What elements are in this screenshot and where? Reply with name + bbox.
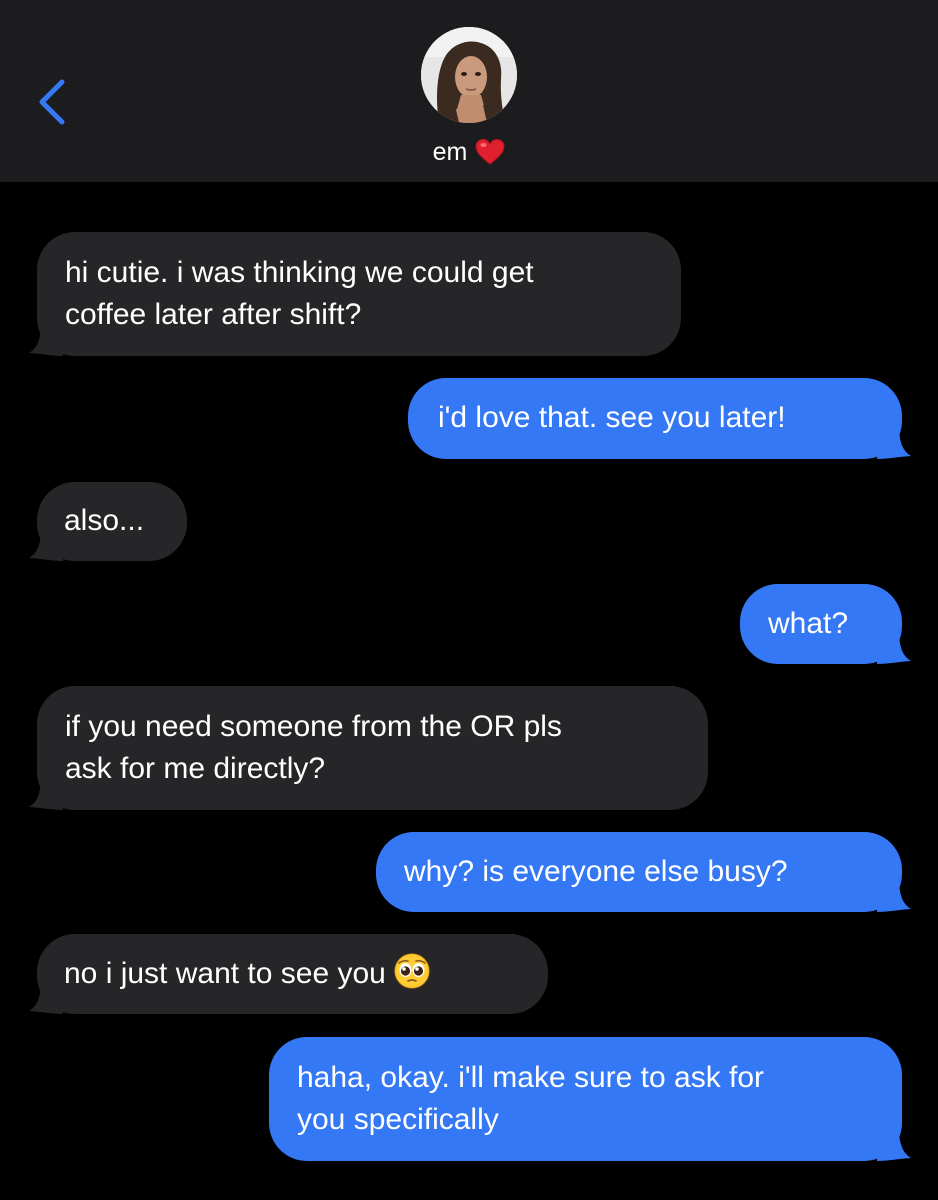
bubble-tail [29, 980, 63, 1014]
contact-name-row[interactable]: em [0, 134, 938, 170]
message-text: hi cutie. i was thinking we could get co… [65, 256, 534, 331]
outgoing-message[interactable]: what? [740, 584, 911, 664]
message-text: haha, okay. i'll make sure to ask for yo… [297, 1061, 765, 1136]
incoming-message[interactable]: no i just want to see you [29, 934, 548, 1014]
contact-photo [421, 27, 517, 123]
message-text: why? is everyone else busy? [404, 855, 788, 888]
bubble-tail [877, 1127, 911, 1161]
contact-avatar[interactable] [421, 27, 517, 123]
pleading-face-icon [394, 953, 430, 989]
bubble-tail [29, 776, 63, 810]
message-text: if you need someone from the OR pls ask … [65, 710, 562, 785]
message-text: what? [768, 607, 849, 640]
back-button[interactable] [26, 70, 86, 134]
incoming-message[interactable]: if you need someone from the OR pls ask … [29, 686, 708, 810]
bubble-tail [29, 527, 63, 561]
message-text: i'd love that. see you later! [438, 401, 786, 434]
message-text: also... [64, 504, 145, 537]
bubble-tail [877, 425, 911, 459]
outgoing-message[interactable]: haha, okay. i'll make sure to ask for yo… [269, 1037, 911, 1161]
incoming-message[interactable]: also... [29, 482, 187, 561]
conversation-header: em [0, 0, 938, 182]
outgoing-message[interactable]: i'd love that. see you later! [408, 378, 911, 459]
bubble-tail [877, 878, 911, 912]
message-text: no i just want to see you [64, 957, 386, 990]
bubble-tail [877, 630, 911, 664]
outgoing-message[interactable]: why? is everyone else busy? [376, 832, 911, 912]
chevron-left-icon [39, 79, 65, 125]
red-heart-icon [475, 138, 505, 165]
bubble-tail [29, 322, 63, 356]
incoming-message[interactable]: hi cutie. i was thinking we could get co… [29, 232, 681, 356]
contact-name: em [432, 137, 468, 166]
